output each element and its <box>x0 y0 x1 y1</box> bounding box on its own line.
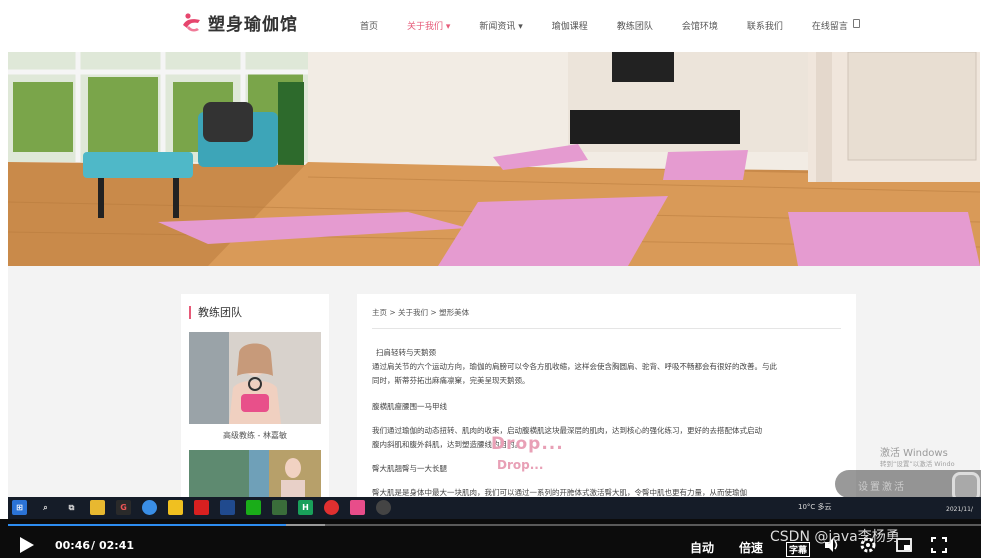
coach-caption: 高级教练 - 林嘉敏 <box>223 431 287 440</box>
play-button[interactable] <box>20 537 34 553</box>
sidebar-title: 教练团队 <box>189 306 242 319</box>
drop-overlay-text: Drop... <box>491 434 564 454</box>
search-icon[interactable] <box>853 19 860 28</box>
app-blue-icon[interactable] <box>220 500 235 515</box>
wechat-icon[interactable] <box>246 500 261 515</box>
site-header: 塑身瑜伽馆 首页 关于我们 ▾ 新闻资讯 ▾ 瑜伽课程 教练团队 会馆环境 联系… <box>8 0 980 52</box>
time-separator: / <box>91 539 96 552</box>
task-view-icon[interactable]: ⧉ <box>64 500 79 515</box>
yoga-figure-icon <box>183 12 200 31</box>
windows-activation-title: 激活 Windows <box>880 448 948 459</box>
banner-image <box>8 52 980 266</box>
total-time: 02:41 <box>99 539 135 552</box>
app-green-icon[interactable] <box>272 500 287 515</box>
app-g-icon[interactable]: G <box>116 500 131 515</box>
article-heading: 扫肩轻转与天鹅颈 <box>376 348 436 357</box>
nav-coaches[interactable]: 教练团队 <box>617 19 653 32</box>
app-red-icon[interactable] <box>194 500 209 515</box>
divider <box>372 328 841 329</box>
article-paragraph: 通过肩关节的六个运动方向，瑜伽的肩膀可以令各方肌收缩，这样会使含胸圆肩、驼背、呼… <box>372 362 777 371</box>
windows-taskbar: ⊞ ⌕ ⧉ G H 10°C 多云 2021/11/ <box>8 497 981 519</box>
nav-contact[interactable]: 联系我们 <box>747 19 783 32</box>
windows-activation-subtitle: 转到“设置”以激活 Windo <box>880 460 955 468</box>
app-duck-icon[interactable] <box>168 500 183 515</box>
clock[interactable]: 2021/11/ <box>946 506 973 513</box>
fullscreen-icon[interactable] <box>930 536 948 554</box>
article-paragraph: 我们通过瑜伽的动态扭转、肌肉的收束，启动腹横肌这块最深层的肌肉，达到核心的强化练… <box>372 426 762 435</box>
nav-about[interactable]: 关于我们 ▾ <box>407 19 450 32</box>
article-panel: 主页 > 关于我们 > 塑形美体 扫肩轻转与天鹅颈 通过肩关节的六个运动方向，瑜… <box>357 294 856 504</box>
obs-icon[interactable] <box>376 500 391 515</box>
screenshot-root: 塑身瑜伽馆 首页 关于我们 ▾ 新闻资讯 ▾ 瑜伽课程 教练团队 会馆环境 联系… <box>0 0 981 558</box>
progress-fill <box>8 524 287 526</box>
windows-start-icon[interactable]: ⊞ <box>12 500 27 515</box>
progress-buffer <box>286 524 326 526</box>
article-heading: 臀大肌翘臀与一大长腿 <box>372 464 447 473</box>
nav-environment[interactable]: 会馆环境 <box>682 19 718 32</box>
csdn-watermark: CSDN @java李杨勇 <box>770 529 900 545</box>
nav-home[interactable]: 首页 <box>360 19 378 32</box>
article-heading: 腹横肌瘦腰围一马甲线 <box>372 402 447 411</box>
nav-courses[interactable]: 瑜伽课程 <box>552 19 588 32</box>
chrome-icon[interactable] <box>142 500 157 515</box>
coach-sidebar: 教练团队 高级教练 - 林嘉敏 <box>181 294 329 510</box>
logo-text: 塑身瑜伽馆 <box>208 15 298 35</box>
coach-photo[interactable] <box>189 332 321 424</box>
weather-widget[interactable]: 10°C 多云 <box>798 502 832 512</box>
quality-auto-button[interactable]: 自动 <box>690 539 714 556</box>
article-paragraph: 同时，斯蒂芬拓出麻痛凛窠，完美呈现天鹅颈。 <box>372 376 530 385</box>
search-icon[interactable]: ⌕ <box>38 500 53 515</box>
breadcrumb[interactable]: 主页 > 关于我们 > 塑形美体 <box>372 307 469 318</box>
article-paragraph: 腹内斜肌和腹外斜肌，达到塑造腰线的目的。 <box>372 440 522 449</box>
site-logo[interactable]: 塑身瑜伽馆 <box>180 10 298 35</box>
file-explorer-icon[interactable] <box>90 500 105 515</box>
speed-button[interactable]: 倍速 <box>739 539 763 556</box>
app-pink-icon[interactable] <box>350 500 365 515</box>
app-h-icon[interactable]: H <box>298 500 313 515</box>
current-time: 00:46 <box>55 539 91 552</box>
nav-message[interactable]: 在线留言 <box>812 19 848 32</box>
drop-overlay-text: Drop... <box>497 458 544 472</box>
nav-news[interactable]: 新闻资讯 ▾ <box>479 19 522 32</box>
notification-text: 设置激活 <box>858 482 906 493</box>
netease-icon[interactable] <box>324 500 339 515</box>
main-nav: 首页 关于我们 ▾ 新闻资讯 ▾ 瑜伽课程 教练团队 会馆环境 联系我们 在线留… <box>360 19 877 32</box>
